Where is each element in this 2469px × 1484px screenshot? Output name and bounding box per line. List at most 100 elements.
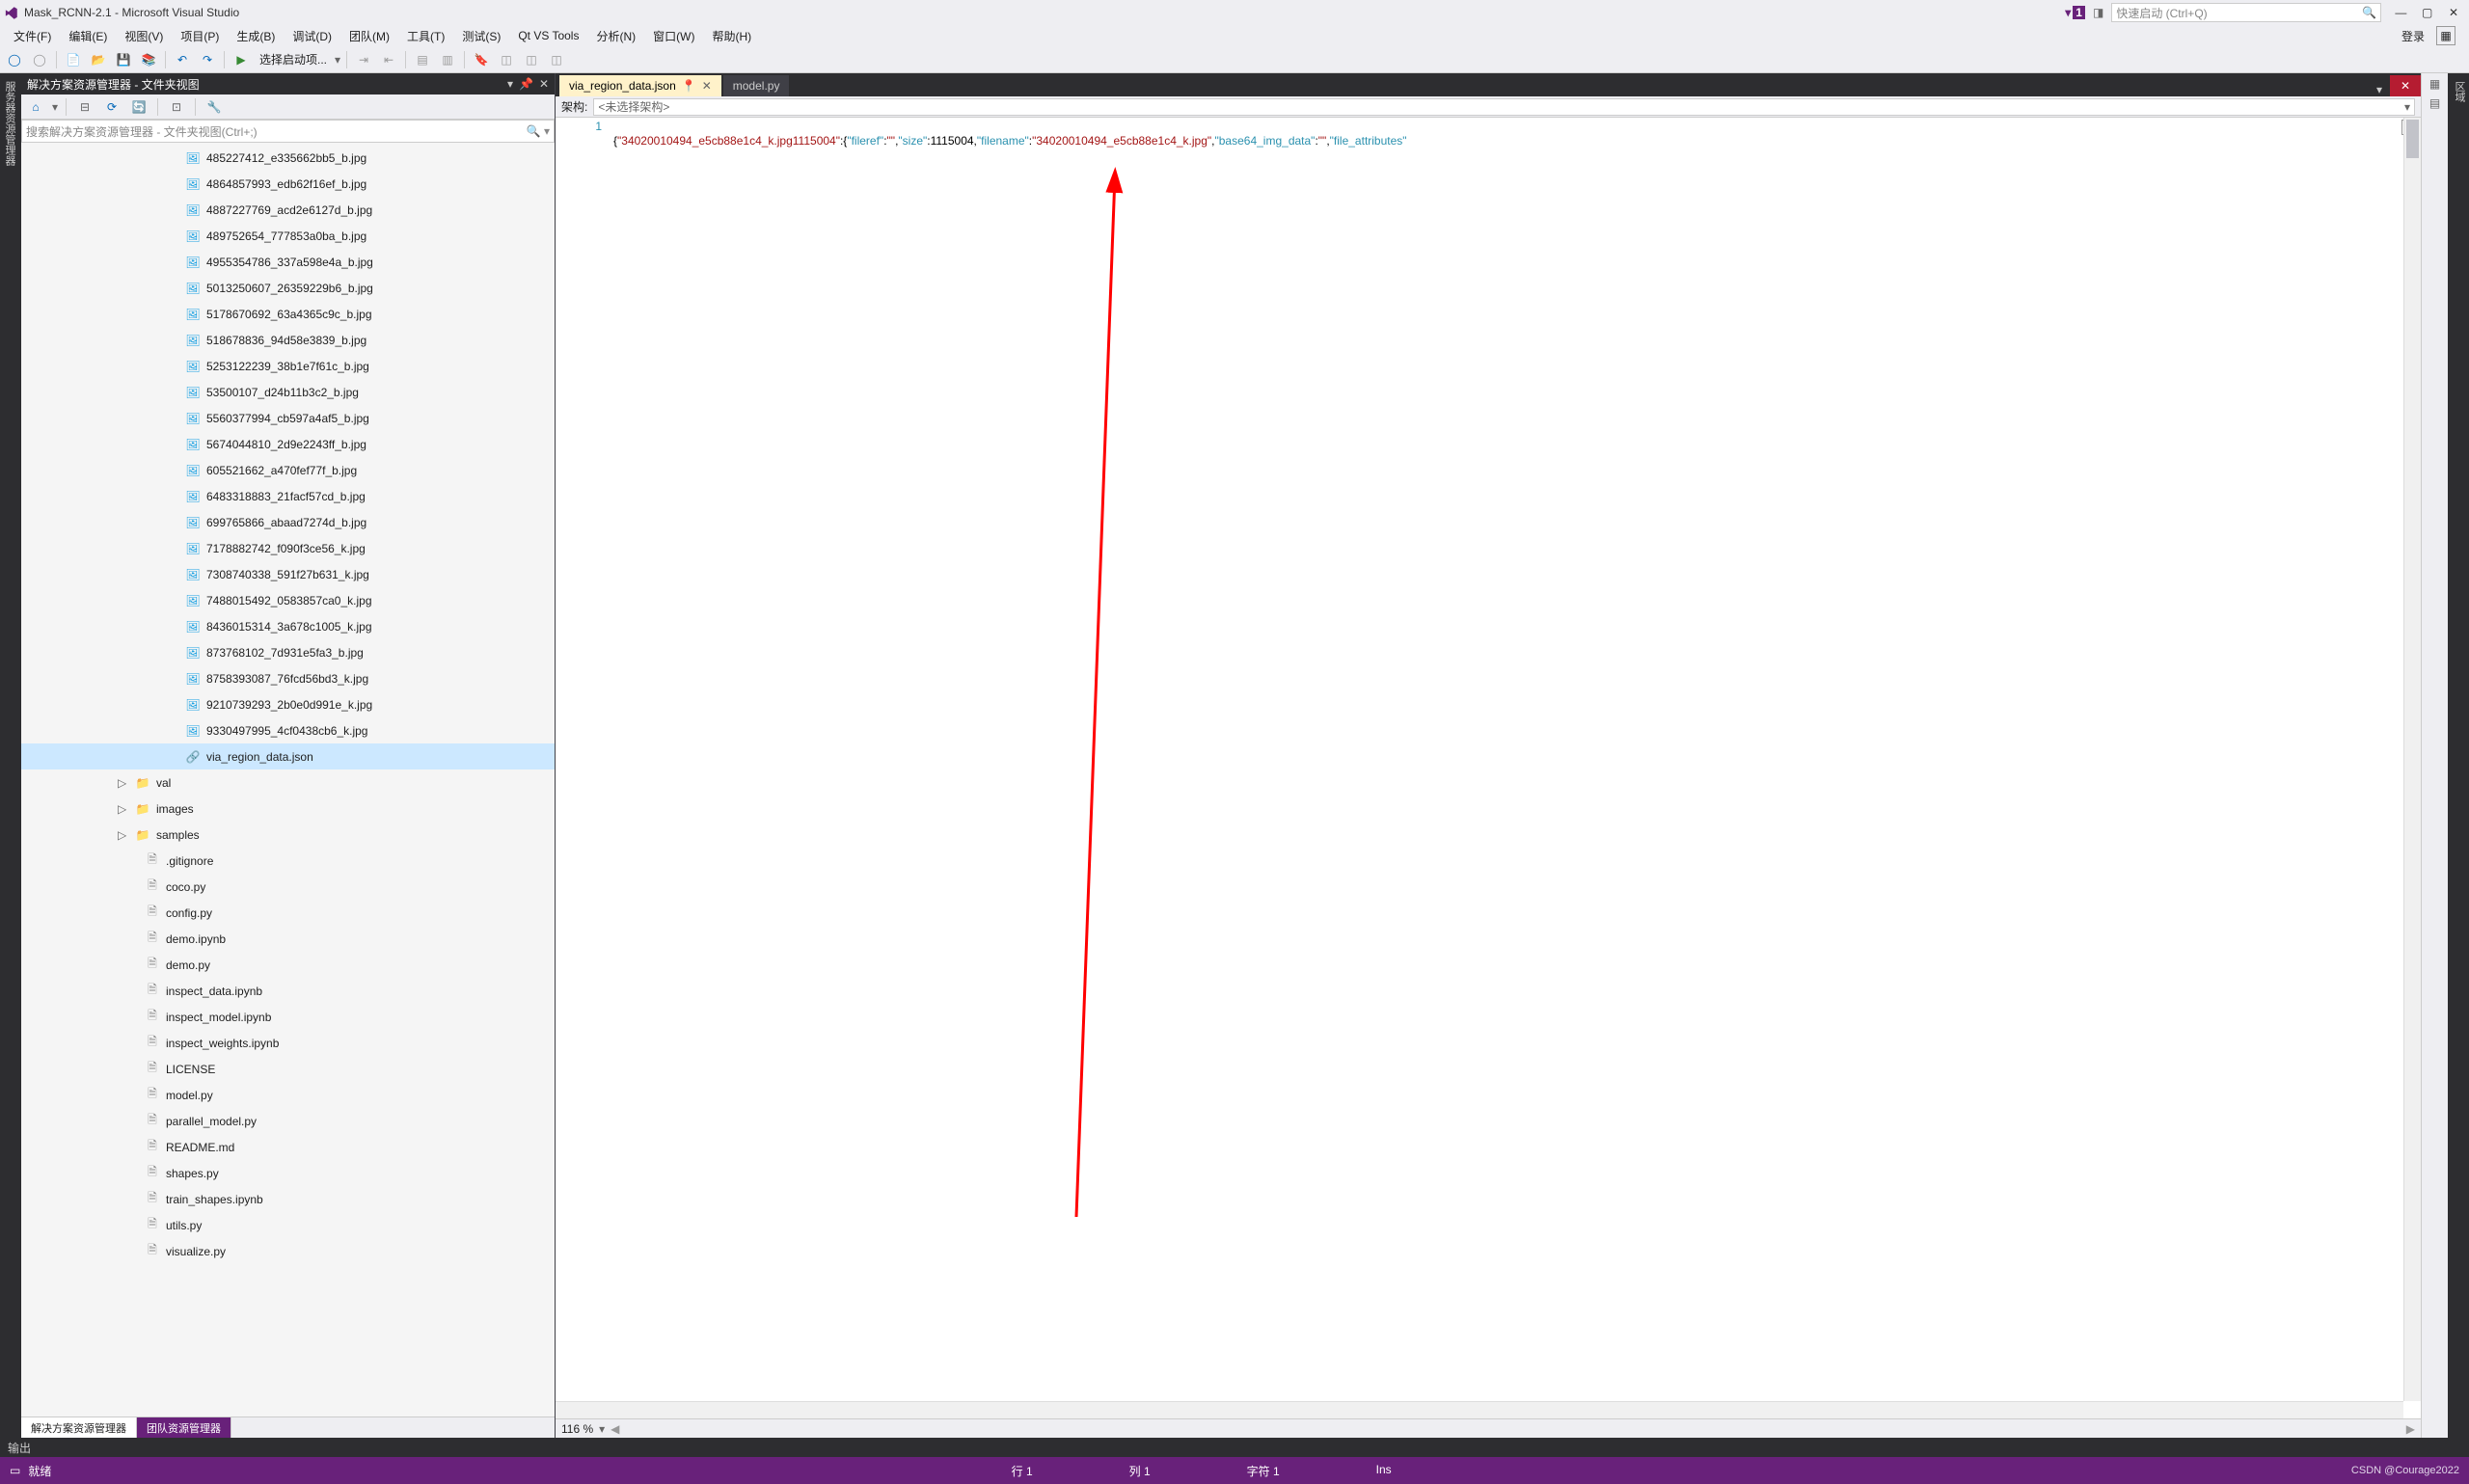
- show-all-icon[interactable]: ⊡: [166, 96, 187, 118]
- tool-icon[interactable]: ▦: [2429, 77, 2440, 91]
- tree-folder[interactable]: ▷📁val: [21, 769, 555, 796]
- start-debug-icon[interactable]: ▶: [231, 49, 252, 70]
- tree-item-image[interactable]: 🖼53500107_d24b11b3c2_b.jpg: [21, 379, 555, 405]
- code-content[interactable]: {"34020010494_e5cb88e1c4_k.jpg1115004":{…: [613, 118, 2421, 1418]
- tree-item-image[interactable]: 🖼9330497995_4cf0438cb6_k.jpg: [21, 717, 555, 743]
- tab-solution-explorer[interactable]: 解决方案资源管理器: [21, 1417, 137, 1438]
- menu-analyze[interactable]: 分析(N): [588, 26, 643, 46]
- tree-folder[interactable]: ▷📁samples: [21, 822, 555, 848]
- menu-view[interactable]: 视图(V): [117, 26, 171, 46]
- tree-item-image[interactable]: 🖼9210739293_2b0e0d991e_k.jpg: [21, 691, 555, 717]
- menu-edit[interactable]: 编辑(E): [61, 26, 115, 46]
- tree-item-image[interactable]: 🖼8758393087_76fcd56bd3_k.jpg: [21, 665, 555, 691]
- tree-item-image[interactable]: 🖼7488015492_0583857ca0_k.jpg: [21, 587, 555, 613]
- tree-item-image[interactable]: 🖼5178670692_63a4365c9c_b.jpg: [21, 301, 555, 327]
- nav-fwd-icon[interactable]: ◯: [29, 49, 50, 70]
- tab-team-explorer[interactable]: 团队资源管理器: [137, 1417, 231, 1438]
- menu-tools[interactable]: 工具(T): [399, 26, 452, 46]
- pin-icon[interactable]: 📍: [682, 79, 696, 93]
- new-project-icon[interactable]: 📄: [63, 49, 84, 70]
- menu-help[interactable]: 帮助(H): [704, 26, 759, 46]
- redo-icon[interactable]: ↷: [197, 49, 218, 70]
- code-editor[interactable]: 1 {"34020010494_e5cb88e1c4_k.jpg1115004"…: [556, 118, 2421, 1418]
- tree-item-json-selected[interactable]: 🔗via_region_data.json: [21, 743, 555, 769]
- properties-icon[interactable]: 🔧: [203, 96, 225, 118]
- tree-folder[interactable]: ▷📁images: [21, 796, 555, 822]
- account-icon[interactable]: ▦: [2436, 26, 2455, 45]
- feedback-icon[interactable]: ◨: [2093, 6, 2103, 19]
- sync-icon[interactable]: ⟳: [101, 96, 122, 118]
- minimize-button[interactable]: —: [2389, 6, 2412, 19]
- tree-item-image[interactable]: 🖼5560377994_cb597a4af5_b.jpg: [21, 405, 555, 431]
- tree-item-file[interactable]: 🗎inspect_model.ipynb: [21, 1004, 555, 1030]
- tree-item-file[interactable]: 🗎.gitignore: [21, 848, 555, 874]
- tab-close-icon[interactable]: ✕: [702, 79, 712, 93]
- save-icon[interactable]: 💾: [113, 49, 134, 70]
- tree-item-file[interactable]: 🗎parallel_model.py: [21, 1108, 555, 1134]
- tree-item-image[interactable]: 🖼4955354786_337a598e4a_b.jpg: [21, 249, 555, 275]
- menu-build[interactable]: 生成(B): [229, 26, 283, 46]
- tool-icon-2[interactable]: ▤: [2429, 96, 2440, 110]
- misc3-icon[interactable]: ◫: [546, 49, 567, 70]
- menu-qt[interactable]: Qt VS Tools: [510, 27, 586, 44]
- tree-item-image[interactable]: 🖼518678836_94d58e3839_b.jpg: [21, 327, 555, 353]
- solution-tree[interactable]: 🖼485227412_e335662bb5_b.jpg🖼4864857993_e…: [21, 143, 555, 1417]
- solution-search-input[interactable]: 搜索解决方案资源管理器 - 文件夹视图(Ctrl+;) 🔍 ▾: [21, 120, 555, 143]
- outdent-icon[interactable]: ⇤: [378, 49, 399, 70]
- region-tab[interactable]: 区域: [2450, 73, 2469, 1438]
- vertical-scrollbar[interactable]: [2403, 118, 2421, 1401]
- misc2-icon[interactable]: ◫: [521, 49, 542, 70]
- menu-window[interactable]: 窗口(W): [645, 26, 702, 46]
- uncomment-icon[interactable]: ▥: [437, 49, 458, 70]
- dropdown-icon[interactable]: ▾: [507, 77, 513, 91]
- menu-project[interactable]: 项目(P): [173, 26, 227, 46]
- tree-item-file[interactable]: 🗎train_shapes.ipynb: [21, 1186, 555, 1212]
- maximize-button[interactable]: ▢: [2416, 6, 2439, 19]
- login-link[interactable]: 登录: [2401, 28, 2425, 44]
- tree-item-file[interactable]: 🗎utils.py: [21, 1212, 555, 1238]
- arch-select[interactable]: <未选择架构> ▾: [593, 98, 2415, 116]
- start-button-text[interactable]: 选择启动项...: [256, 51, 331, 67]
- open-icon[interactable]: 📂: [88, 49, 109, 70]
- step-icon[interactable]: ⇥: [353, 49, 374, 70]
- tab-overflow-icon[interactable]: ▾: [2376, 83, 2382, 96]
- nav-right-icon[interactable]: ▶: [2406, 1422, 2415, 1436]
- undo-icon[interactable]: ↶: [172, 49, 193, 70]
- misc-icon[interactable]: ◫: [496, 49, 517, 70]
- bookmark-icon[interactable]: 🔖: [471, 49, 492, 70]
- tree-item-image[interactable]: 🖼4864857993_edb62f16ef_b.jpg: [21, 171, 555, 197]
- zoom-level[interactable]: 116 %: [561, 1422, 593, 1436]
- nav-back-icon[interactable]: ◯: [4, 49, 25, 70]
- comment-icon[interactable]: ▤: [412, 49, 433, 70]
- horizontal-scrollbar[interactable]: [556, 1401, 2403, 1418]
- tree-item-file[interactable]: 🗎inspect_weights.ipynb: [21, 1030, 555, 1056]
- server-explorer-tab[interactable]: 服务器资源管理器: [0, 73, 21, 1438]
- tree-item-file[interactable]: 🗎visualize.py: [21, 1238, 555, 1264]
- tree-item-file[interactable]: 🗎coco.py: [21, 874, 555, 900]
- nav-left-icon[interactable]: ◀: [610, 1422, 619, 1436]
- home-icon[interactable]: ⌂: [25, 96, 46, 118]
- tree-item-image[interactable]: 🖼605521662_a470fef77f_b.jpg: [21, 457, 555, 483]
- tree-item-image[interactable]: 🖼7308740338_591f27b631_k.jpg: [21, 561, 555, 587]
- tree-item-file[interactable]: 🗎demo.ipynb: [21, 926, 555, 952]
- menu-file[interactable]: 文件(F): [6, 26, 59, 46]
- tree-item-image[interactable]: 🖼7178882742_f090f3ce56_k.jpg: [21, 535, 555, 561]
- tree-item-image[interactable]: 🖼5013250607_26359229b6_b.jpg: [21, 275, 555, 301]
- close-all-button[interactable]: ✕: [2390, 75, 2421, 96]
- tree-item-image[interactable]: 🖼5674044810_2d9e2243ff_b.jpg: [21, 431, 555, 457]
- pin-icon[interactable]: 📌: [519, 77, 533, 91]
- editor-tab-modelpy[interactable]: model.py: [723, 75, 790, 96]
- menu-team[interactable]: 团队(M): [341, 26, 397, 46]
- tree-item-file[interactable]: 🗎LICENSE: [21, 1056, 555, 1082]
- panel-close-icon[interactable]: ✕: [539, 77, 549, 91]
- tree-item-image[interactable]: 🖼873768102_7d931e5fa3_b.jpg: [21, 639, 555, 665]
- save-all-icon[interactable]: 📚: [138, 49, 159, 70]
- tree-item-file[interactable]: 🗎demo.py: [21, 952, 555, 978]
- tree-item-file[interactable]: 🗎README.md: [21, 1134, 555, 1160]
- tree-item-file[interactable]: 🗎shapes.py: [21, 1160, 555, 1186]
- tree-item-file[interactable]: 🗎inspect_data.ipynb: [21, 978, 555, 1004]
- close-button[interactable]: ✕: [2442, 6, 2465, 19]
- tree-item-image[interactable]: 🖼8436015314_3a678c1005_k.jpg: [21, 613, 555, 639]
- tree-item-image[interactable]: 🖼699765866_abaad7274d_b.jpg: [21, 509, 555, 535]
- tree-item-image[interactable]: 🖼489752654_777853a0ba_b.jpg: [21, 223, 555, 249]
